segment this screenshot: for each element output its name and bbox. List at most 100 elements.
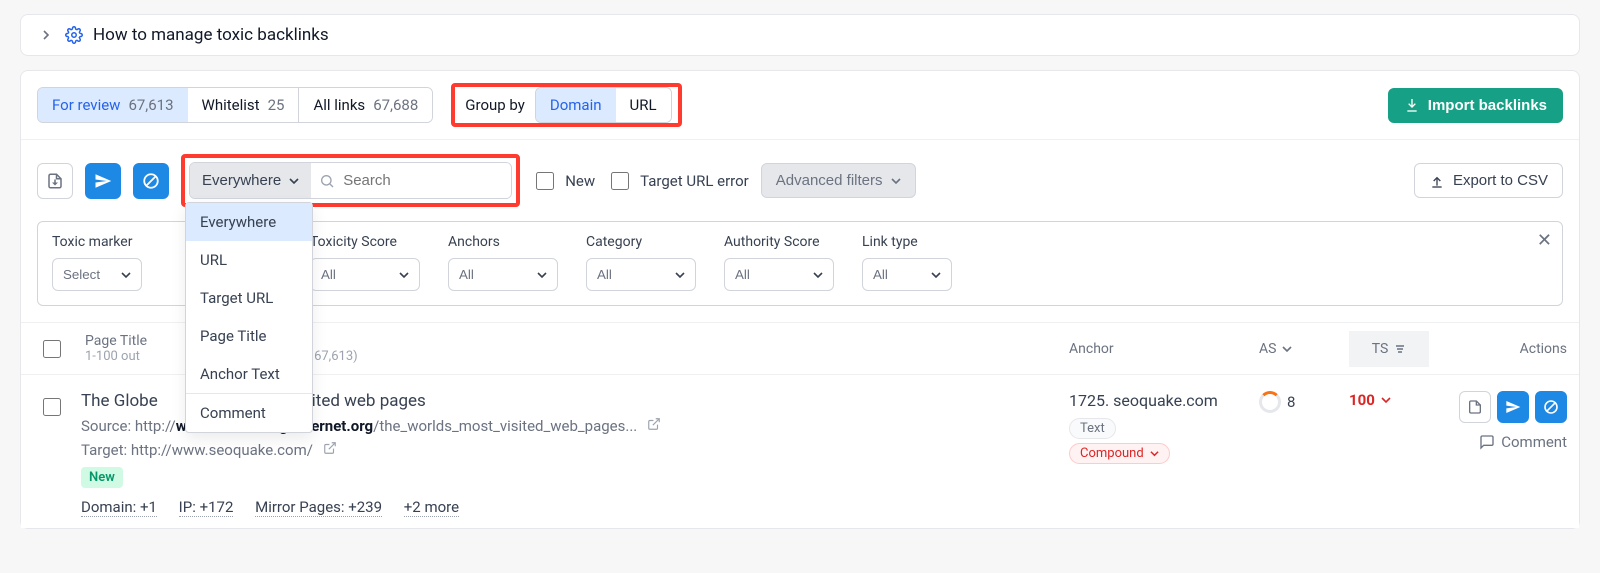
send-icon[interactable] [85, 163, 121, 199]
button-label: Export to CSV [1453, 172, 1548, 189]
tab-all-links[interactable]: All links 67,688 [299, 88, 432, 122]
select-value: All [597, 267, 612, 282]
text-badge: Text [1069, 418, 1116, 439]
filter-label: Anchors [448, 234, 558, 250]
filter-label: Authority Score [724, 234, 834, 250]
domain-link[interactable]: Domain: +1 [81, 498, 157, 517]
scope-option-page-title[interactable]: Page Title [186, 317, 312, 355]
chevron-down-icon [675, 270, 685, 280]
tab-whitelist[interactable]: Whitelist 25 [188, 88, 300, 122]
scope-option-everywhere[interactable]: Everywhere [186, 203, 312, 241]
filter-label: Category [586, 234, 696, 250]
select-value: All [459, 267, 474, 282]
authority-score-select[interactable]: All [724, 258, 834, 291]
column-ts[interactable]: TS [1349, 331, 1429, 367]
close-icon[interactable]: ✕ [1537, 230, 1552, 251]
target-error-checkbox-input[interactable] [611, 172, 629, 190]
new-badge: New [81, 467, 123, 488]
export-list-icon[interactable] [37, 163, 73, 199]
chevron-down-icon [891, 176, 901, 186]
scope-option-url[interactable]: URL [186, 241, 312, 279]
mirror-link[interactable]: Mirror Pages: +239 [255, 498, 382, 517]
row-disavow-icon[interactable] [1535, 391, 1567, 423]
compound-badge[interactable]: Compound [1069, 443, 1170, 464]
help-panel: How to manage toxic backlinks [20, 14, 1580, 56]
as-value: 8 [1259, 391, 1349, 413]
tab-count: 25 [268, 96, 285, 114]
tab-count: 67,613 [128, 96, 173, 114]
search-input[interactable] [311, 163, 511, 198]
chevron-down-icon [537, 270, 547, 280]
column-as[interactable]: AS [1259, 331, 1349, 367]
column-anchor[interactable]: Anchor [1069, 331, 1259, 367]
as-gauge-icon [1259, 391, 1281, 413]
chevron-down-icon [931, 270, 941, 280]
view-segment: For review 67,613 Whitelist 25 All links… [37, 87, 433, 123]
toxic-markers-select[interactable]: Select [52, 258, 142, 291]
external-link-icon[interactable] [323, 441, 337, 459]
column-label: AS [1259, 341, 1276, 357]
more-link[interactable]: +2 more [404, 498, 459, 517]
filter-label: Toxicity Score [310, 234, 420, 250]
scope-option-anchor-text[interactable]: Anchor Text [186, 355, 312, 393]
scope-option-comment[interactable]: Comment [186, 394, 312, 432]
scope-dropdown: Everywhere URL Target URL Page Title Anc… [185, 202, 313, 433]
help-title[interactable]: How to manage toxic backlinks [93, 25, 329, 45]
chevron-right-icon[interactable] [37, 26, 55, 44]
ts-value[interactable]: 100 [1349, 391, 1429, 409]
group-by-segment: Domain URL [535, 87, 672, 123]
row-meta-links: Domain: +1 IP: +172 Mirror Pages: +239 +… [81, 498, 1045, 516]
chevron-down-icon [1381, 395, 1391, 405]
select-value: Select [63, 267, 100, 282]
target-error-checkbox[interactable]: Target URL error [607, 169, 749, 193]
row-checkbox[interactable] [43, 398, 61, 416]
filter-label: Toxic marker [52, 234, 142, 250]
search-highlight: Everywhere Everywhere URL Target URL Pag… [181, 154, 520, 207]
row-target: Target: http://www.seoquake.com/ [81, 441, 1045, 459]
chevron-down-icon [399, 270, 409, 280]
link-type-select[interactable]: All [862, 258, 952, 291]
advanced-filters-button[interactable]: Advanced filters [761, 163, 916, 198]
column-sub: 1-100 out [85, 349, 140, 364]
select-value: All [321, 267, 336, 282]
disavow-icon[interactable] [133, 163, 169, 199]
column-actions: Actions [1429, 331, 1579, 367]
comment-icon [1479, 434, 1495, 450]
new-checkbox[interactable]: New [532, 169, 595, 193]
scope-label: Everywhere [202, 172, 281, 189]
button-label: Import backlinks [1428, 97, 1547, 114]
chevron-down-icon [289, 176, 299, 186]
filter-label: Link type [862, 234, 952, 250]
select-value: All [735, 267, 750, 282]
export-csv-button[interactable]: Export to CSV [1414, 163, 1563, 198]
column-label: Page Title [85, 333, 147, 349]
ip-link[interactable]: IP: +172 [179, 498, 234, 517]
anchor-value: 1725. seoquake.com [1069, 391, 1259, 410]
row-export-icon[interactable] [1459, 391, 1491, 423]
new-checkbox-input[interactable] [536, 172, 554, 190]
import-backlinks-button[interactable]: Import backlinks [1388, 88, 1563, 123]
category-select[interactable]: All [586, 258, 696, 291]
group-by-highlight: Group by Domain URL [451, 83, 681, 127]
search-scope-button[interactable]: Everywhere [190, 163, 311, 198]
chevron-down-icon [813, 270, 823, 280]
column-label: TS [1372, 341, 1389, 357]
external-link-icon[interactable] [647, 417, 661, 435]
comment-button[interactable]: Comment [1479, 433, 1567, 451]
select-all-checkbox[interactable] [43, 340, 61, 358]
chevron-down-icon [1150, 449, 1159, 458]
group-by-domain[interactable]: Domain [535, 87, 617, 123]
scope-option-target-url[interactable]: Target URL [186, 279, 312, 317]
tab-label: All links [313, 96, 365, 114]
upload-icon [1429, 173, 1445, 189]
tab-for-review[interactable]: For review 67,613 [37, 87, 189, 123]
anchors-select[interactable]: All [448, 258, 558, 291]
group-by-label: Group by [465, 96, 525, 114]
button-label: Advanced filters [776, 172, 883, 189]
select-value: All [873, 267, 888, 282]
gear-icon [65, 26, 83, 44]
toxicity-score-select[interactable]: All [310, 258, 420, 291]
tab-label: For review [52, 96, 120, 114]
group-by-url[interactable]: URL [616, 88, 671, 122]
row-send-icon[interactable] [1497, 391, 1529, 423]
